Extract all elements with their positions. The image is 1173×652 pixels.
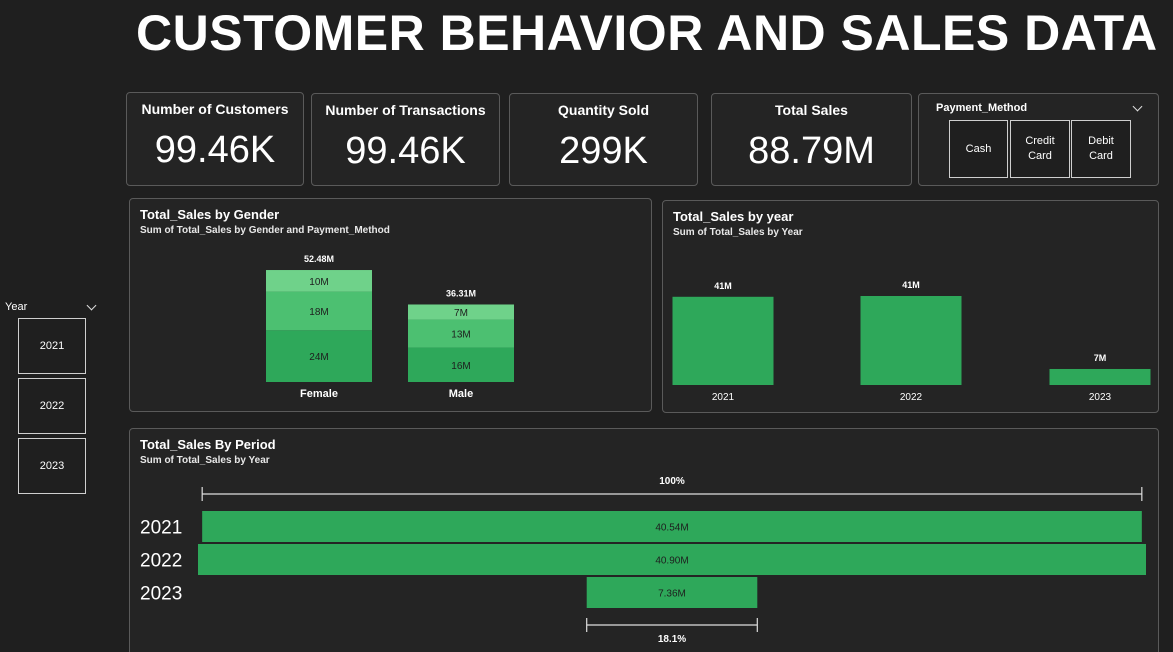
segment-label: 13M [451,330,470,341]
category-label: 2021 [712,392,735,403]
kpi-card-transactions: Number of Transactions 99.46K [311,93,500,186]
funnel-category-label: 2021 [140,518,182,539]
bottom-percent-label: 18.1% [658,634,686,645]
segment-label: 18M [309,307,328,318]
kpi-value: 99.46K [154,129,276,171]
funnel-category-label: 2022 [140,551,182,572]
period-funnel-chart: 100% 40.54M 2021 40.90M 2022 7.36M 2023 18.1% [140,476,1146,645]
chevron-down-icon[interactable] [1132,101,1143,112]
segment-label: 10M [309,277,328,288]
funnel-value-label: 40.90M [655,556,688,567]
kpi-label: Number of Transactions [325,102,486,118]
kpi-card-quantity: Quantity Sold 299K [509,93,698,186]
chevron-down-icon[interactable] [86,300,97,311]
data-label: 7M [1094,353,1107,363]
slicer-option-cash[interactable]: Cash [949,120,1008,178]
dashboard-title: CUSTOMER BEHAVIOR AND SALES DATA [136,5,1158,61]
gender-chart-panel: Total_Sales by Gender Sum of Total_Sales… [129,198,652,412]
gender-stacked-bar-chart: 24M 18M 10M 52.48M Female 16M 13M 7M 36.31M Male [266,254,514,400]
slicer-option-credit-card[interactable]: Credit Card [1010,120,1070,178]
kpi-value: 99.46K [345,130,466,172]
year-slicer-title: Year [5,301,28,313]
kpi-card-total-sales: Total Sales 88.79M [711,93,912,186]
year-option-2022[interactable]: 2022 [18,378,86,434]
data-label: 41M [714,281,732,291]
segment-label: 7M [454,308,468,319]
total-label: 36.31M [446,288,476,298]
funnel-category-label: 2023 [140,584,182,605]
year-option-2021[interactable]: 2021 [18,318,86,374]
data-label: 41M [902,280,920,290]
slicer-title: Payment_Method [936,102,1028,114]
bar[interactable] [860,296,962,385]
slicer-option-debit-card[interactable]: Debit Card [1071,120,1131,178]
category-label: 2023 [1089,392,1112,403]
payment-method-slicer: Payment_Method Cash Credit Card Debit Ca… [918,93,1159,186]
bar[interactable] [672,296,774,385]
top-percent-label: 100% [659,476,685,487]
kpi-value: 88.79M [748,130,875,172]
year-option-2023[interactable]: 2023 [18,438,86,494]
category-label: 2022 [900,392,923,403]
year-chart-panel: Total_Sales by year Sum of Total_Sales b… [662,200,1159,413]
kpi-label: Number of Customers [141,101,289,117]
category-label: Female [300,388,338,400]
segment-label: 16M [451,361,470,372]
category-label: Male [449,388,473,400]
funnel-value-label: 40.54M [655,523,688,534]
funnel-value-label: 7.36M [658,589,686,600]
segment-label: 24M [309,352,328,363]
kpi-card-customers: Number of Customers 99.46K [126,92,304,186]
kpi-value: 299K [559,130,648,172]
period-funnel-panel: Total_Sales By Period Sum of Total_Sales… [129,428,1159,652]
total-label: 52.48M [304,254,334,264]
kpi-label: Total Sales [775,102,848,118]
year-bar-chart: 41M 2021 41M 2022 7M 2023 [672,280,1151,403]
bar[interactable] [1049,368,1151,385]
kpi-label: Quantity Sold [558,102,649,118]
